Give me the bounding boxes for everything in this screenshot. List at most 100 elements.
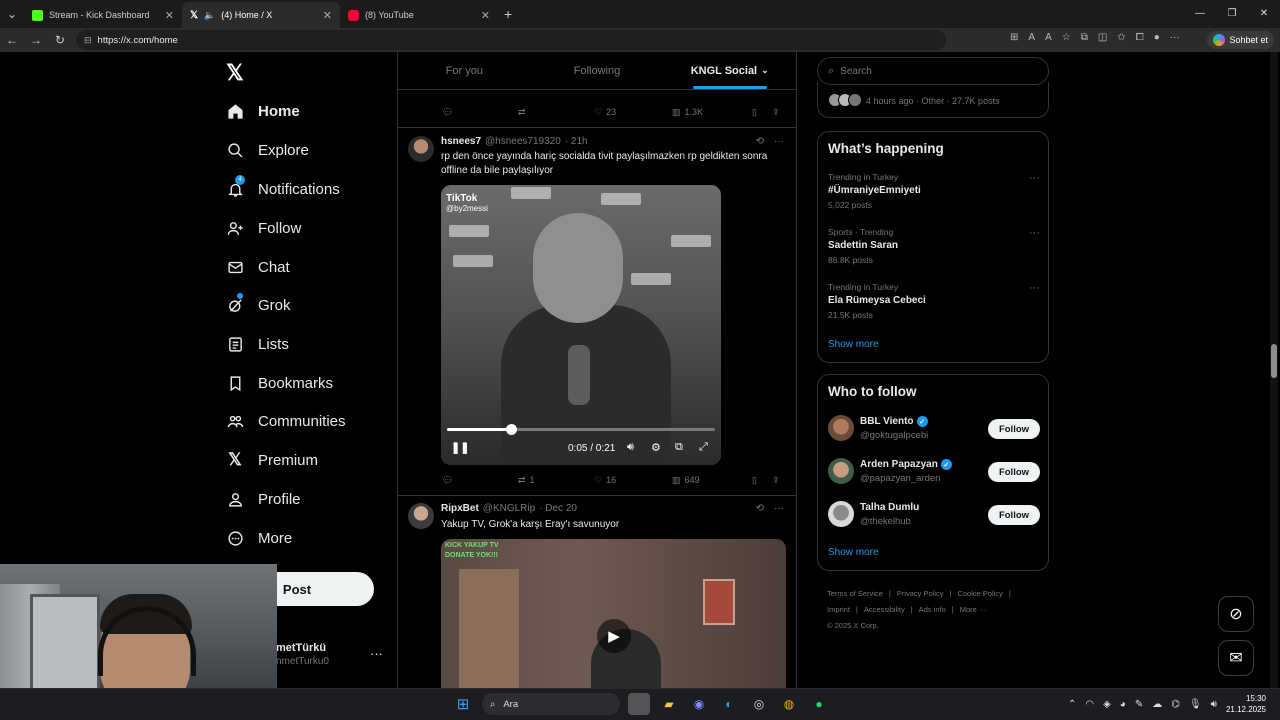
discord-icon[interactable]: ◉ (688, 693, 710, 715)
nav-grok[interactable]: Grok (226, 290, 291, 320)
follow-button[interactable]: Follow (988, 505, 1040, 525)
footer-accessibility[interactable]: Accessibility (864, 605, 905, 614)
forward-icon[interactable]: → (24, 33, 48, 47)
cloud-icon[interactable]: ☁ (1152, 699, 1162, 710)
close-tab-icon[interactable]: ✕ (323, 9, 332, 22)
pen-icon[interactable]: ✎ (1135, 699, 1143, 710)
read-aloud-icon[interactable]: A (1028, 32, 1035, 43)
nav-premium[interactable]: 𝕏 Premium (226, 445, 318, 475)
volume-icon[interactable]: 🔊︎ (1211, 699, 1217, 710)
scrollbar-thumb[interactable] (1271, 344, 1277, 378)
spotify-icon[interactable]: ● (808, 693, 830, 715)
author-handle[interactable]: @KNGLRip (483, 503, 535, 514)
views-button[interactable]: ▥ 649 (672, 475, 700, 486)
account-more-icon[interactable]: ··· (370, 646, 383, 661)
avatar[interactable] (408, 503, 434, 529)
chrome-icon[interactable]: ◍ (778, 693, 800, 715)
footer-ads-info[interactable]: Ads info (919, 605, 946, 614)
minimize-icon[interactable]: — (1184, 0, 1216, 28)
footer-cookie[interactable]: Cookie Policy (957, 589, 1002, 598)
obs-icon[interactable]: ◎ (748, 693, 770, 715)
url-field[interactable]: ⊟ https://x.com/home (76, 30, 946, 50)
more-options-icon[interactable]: ··· (1029, 282, 1040, 294)
translate-icon[interactable]: A (1045, 32, 1052, 43)
avatar[interactable] (828, 415, 854, 441)
headset-icon[interactable]: ◠ (1085, 699, 1094, 710)
tab-following[interactable]: Following (531, 52, 664, 89)
repost-button[interactable]: ⇄ 1 (518, 475, 535, 486)
show-more-link[interactable]: Show more (828, 547, 879, 558)
trend-item[interactable]: Trending in Turkey #ÜmraniyeEmniyeti 5,0… (828, 172, 1040, 210)
nav-more[interactable]: More (226, 523, 292, 553)
site-info-icon[interactable]: ⊟ (84, 35, 92, 46)
more-options-icon[interactable]: ··· (1029, 172, 1040, 184)
like-button[interactable]: ♡ 16 (594, 475, 616, 486)
nav-follow[interactable]: Follow (226, 213, 301, 243)
follow-suggestion[interactable]: Talha Dumlu @thekelhub Follow (828, 501, 1040, 531)
share-icon[interactable]: ⇪ (772, 107, 780, 118)
tweet-time[interactable]: · 21h (565, 136, 588, 147)
browser-menu-icon[interactable]: ··· (1170, 32, 1180, 43)
back-icon[interactable]: ← (0, 33, 24, 47)
pip-icon[interactable]: ⧉ (675, 441, 683, 454)
search-input[interactable]: ⌕ Search (817, 57, 1049, 85)
reply-icon[interactable]: 💬︎ (442, 475, 453, 486)
grok-explain-icon[interactable]: ⟲ (756, 503, 764, 514)
fullscreen-icon[interactable]: ⤢ (699, 441, 708, 454)
tab-youtube[interactable]: (8) YouTube ✕ (340, 2, 498, 28)
video-player[interactable]: TikTok @by2messi ❚❚ 0:05 / 0:21 🔊︎ ⚙ ⧉ ⤢ (441, 185, 721, 465)
nav-explore[interactable]: Explore (226, 135, 309, 165)
reply-icon[interactable]: 💬︎ (442, 107, 453, 118)
follow-button[interactable]: Follow (988, 419, 1040, 439)
nav-chat[interactable]: Chat (226, 252, 290, 282)
author-name[interactable]: hsnees7 (441, 136, 481, 147)
tray-app-icon[interactable]: ◈ (1103, 699, 1111, 710)
avatar[interactable] (828, 458, 854, 484)
views-button[interactable]: ▥ 1.3K (672, 107, 703, 118)
video-progress-bar[interactable] (447, 424, 715, 435)
tab-kick-dashboard[interactable]: Stream - Kick Dashboard ✕ (24, 2, 182, 28)
new-tab-icon[interactable]: + (504, 6, 512, 22)
show-more-link[interactable]: Show more (828, 339, 879, 350)
task-view-icon[interactable] (628, 693, 650, 715)
more-options-icon[interactable]: ··· (774, 503, 784, 514)
mic-icon[interactable]: 🎙︎ (1189, 699, 1202, 710)
edge-icon[interactable]: ◐ (718, 693, 740, 715)
page-scrollbar[interactable] (1270, 52, 1278, 688)
repost-icon[interactable]: ⇄ (518, 107, 526, 118)
maximize-icon[interactable]: ❐ (1216, 0, 1248, 28)
bookmark-icon[interactable]: ▯ (752, 475, 757, 486)
trending-summary-card[interactable]: 4 hours ago · Other · 27.7K posts (817, 82, 1049, 118)
tab-for-you[interactable]: For you (398, 52, 531, 89)
share-icon[interactable]: ⇪ (772, 475, 780, 486)
avatar[interactable] (828, 501, 854, 527)
nav-communities[interactable]: Communities (226, 406, 346, 436)
footer-imprint[interactable]: Imprint (827, 605, 850, 614)
nav-lists[interactable]: Lists (226, 329, 289, 359)
footer-more[interactable]: More ··· (960, 605, 987, 614)
nav-profile[interactable]: Profile (226, 484, 301, 514)
tab-list-chevron-icon[interactable]: ⌄ (0, 7, 24, 21)
network-icon[interactable]: ⌬ (1171, 699, 1180, 710)
clock[interactable]: 15:30 21.12.2025 (1226, 693, 1266, 715)
footer-terms[interactable]: Terms of Service (827, 589, 883, 598)
trend-item[interactable]: Trending in Turkey Ela Rümeysa Cebeci 21… (828, 282, 1040, 320)
follow-button[interactable]: Follow (988, 462, 1040, 482)
split-icon[interactable]: ◫ (1098, 32, 1107, 43)
tray-overflow-icon[interactable]: ⌃ (1068, 699, 1076, 710)
avatar[interactable] (408, 136, 434, 162)
follow-suggestion[interactable]: BBL Viento ✓ @goktugalpcebi Follow (828, 415, 1040, 445)
favorite-star-icon[interactable]: ☆ (1062, 32, 1071, 43)
collections-icon[interactable]: ⧠ (1136, 32, 1144, 43)
settings-gear-icon[interactable]: ⚙ (651, 441, 661, 454)
video-thumbnail[interactable]: KICK YAKUP TV DONATE YOK!!! ▶ (441, 539, 786, 688)
footer-privacy[interactable]: Privacy Policy (897, 589, 944, 598)
tweet-time[interactable]: · Dec 20 (539, 503, 577, 514)
pause-icon[interactable]: ❚❚ (451, 441, 469, 454)
nav-bookmarks[interactable]: Bookmarks (226, 368, 333, 398)
bookmark-icon[interactable]: ▯ (752, 107, 757, 118)
x-logo-icon[interactable]: 𝕏 (226, 60, 244, 86)
taskbar-search[interactable]: ⌕ Ara (482, 693, 620, 715)
more-options-icon[interactable]: ··· (1029, 227, 1040, 239)
file-explorer-icon[interactable]: ▰ (658, 693, 680, 715)
